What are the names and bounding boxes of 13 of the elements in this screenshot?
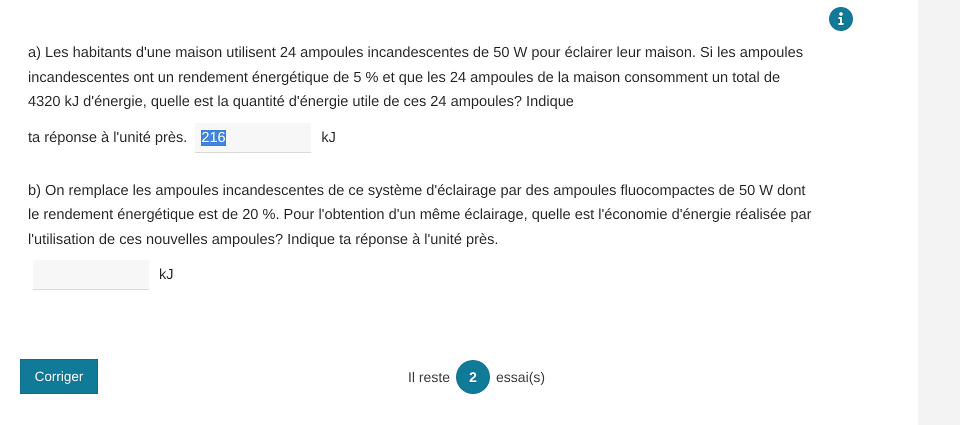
attempts-label: essai(s)	[496, 368, 546, 384]
unit-label: kJ	[321, 130, 336, 146]
question-text: a) Les habitants d'une maison utilisent 24 ampoules incandescentes de 50 W pour éclairer leur maison. Si les ampoules incandescentes ont un rendement énergétique de 5 % et que les 24 ampoules de la maison consomment un total de 4320 kJ d'énergie, quelle est la quantité d'énergie utile de ces 24 ampoules? Indique	[28, 44, 804, 112]
input-value: 216	[201, 130, 226, 146]
check-button[interactable]: Corriger	[20, 359, 98, 394]
unit-label: kJ	[159, 267, 174, 283]
input-field[interactable]	[33, 260, 149, 290]
attempts-label: Il reste	[408, 368, 450, 384]
question-text: b) On remplace les ampoules incandescentes de ce système d'éclairage par des ampoules fluocompactes de 50 W dont le rendement énergétique est de 20 %. Pour l'obtention d'un même éclairage, quelle est l'économie d'énergie réalisée par l'utilisation de ces nouvelles ampoules? Indique ta réponse à l'unité près.	[28, 182, 812, 250]
input-field[interactable]: 216	[195, 122, 312, 152]
info-icon[interactable]	[829, 7, 853, 31]
attempts-count: 2	[456, 360, 490, 394]
question-text: ta réponse à l'unité près.	[28, 130, 188, 146]
